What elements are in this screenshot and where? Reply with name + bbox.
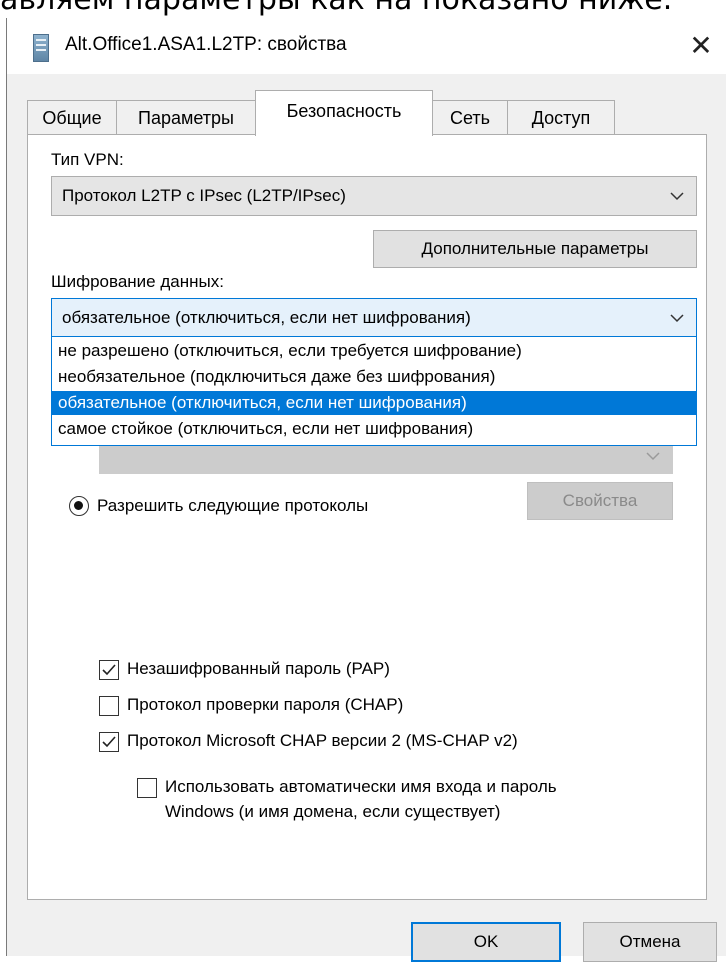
mschap-checkbox[interactable]	[99, 732, 119, 752]
properties-dialog: Alt.Office1.ASA1.L2TP: свойства ✕ Общие …	[6, 18, 726, 962]
ok-button[interactable]: OK	[411, 922, 561, 962]
checkmark-icon	[102, 736, 116, 748]
close-button[interactable]: ✕	[679, 24, 723, 68]
vpn-type-select[interactable]: Протокол L2TP с IPsec (L2TP/IPsec)	[51, 176, 697, 216]
vpn-type-label: Тип VPN:	[51, 150, 124, 169]
tab-options[interactable]: Параметры	[116, 100, 256, 134]
allow-protocols-radio[interactable]	[69, 496, 89, 516]
checkmark-icon	[102, 664, 116, 676]
window-title: Alt.Office1.ASA1.L2TP: свойства	[65, 34, 347, 55]
chap-label: Протокол проверки пароля (CHAP)	[127, 695, 404, 714]
chevron-down-icon	[670, 192, 684, 201]
tab-general[interactable]: Общие	[27, 100, 117, 134]
cancel-button[interactable]: Отмена	[583, 922, 717, 962]
tab-security[interactable]: Безопасность	[255, 90, 433, 136]
properties-button[interactable]: Свойства	[527, 482, 673, 520]
autologon-label-line1: Использовать автоматически имя входа и п…	[165, 777, 557, 796]
encryption-value: обязательное (отключиться, если нет шифр…	[62, 308, 471, 327]
chap-checkbox[interactable]	[99, 696, 119, 716]
title-bar: Alt.Office1.ASA1.L2TP: свойства ✕	[7, 18, 726, 74]
encryption-label: Шифрование данных:	[51, 272, 224, 291]
tab-sharing[interactable]: Доступ	[507, 100, 615, 134]
vpn-type-value: Протокол L2TP с IPsec (L2TP/IPsec)	[62, 186, 346, 205]
tab-network[interactable]: Сеть	[432, 100, 508, 134]
allow-protocols-label: Разрешить следующие протоколы	[97, 496, 369, 515]
pap-label: Незашифрованный пароль (PAP)	[127, 659, 390, 678]
autologon-checkbox[interactable]	[137, 778, 157, 798]
encryption-select[interactable]: обязательное (отключиться, если нет шифр…	[51, 298, 697, 338]
mschap-label: Протокол Microsoft CHAP версии 2 (MS-CHA…	[127, 731, 518, 750]
autologon-label-line2: Windows (и имя домена, если существует)	[165, 802, 501, 821]
pap-checkbox[interactable]	[99, 660, 119, 680]
chevron-down-icon	[670, 314, 684, 323]
advanced-settings-button[interactable]: Дополнительные параметры	[373, 230, 697, 268]
network-connection-icon	[33, 34, 49, 62]
encryption-option-not-allowed[interactable]: не разрешено (отключиться, если требуетс…	[52, 339, 696, 363]
encryption-dropdown-list: не разрешено (отключиться, если требуетс…	[51, 336, 697, 446]
encryption-option-optional[interactable]: необязательное (подключиться даже без ши…	[52, 365, 696, 389]
encryption-option-strongest[interactable]: самое стойкое (отключиться, если нет шиф…	[52, 417, 696, 441]
encryption-option-required[interactable]: обязательное (отключиться, если нет шифр…	[52, 391, 696, 415]
